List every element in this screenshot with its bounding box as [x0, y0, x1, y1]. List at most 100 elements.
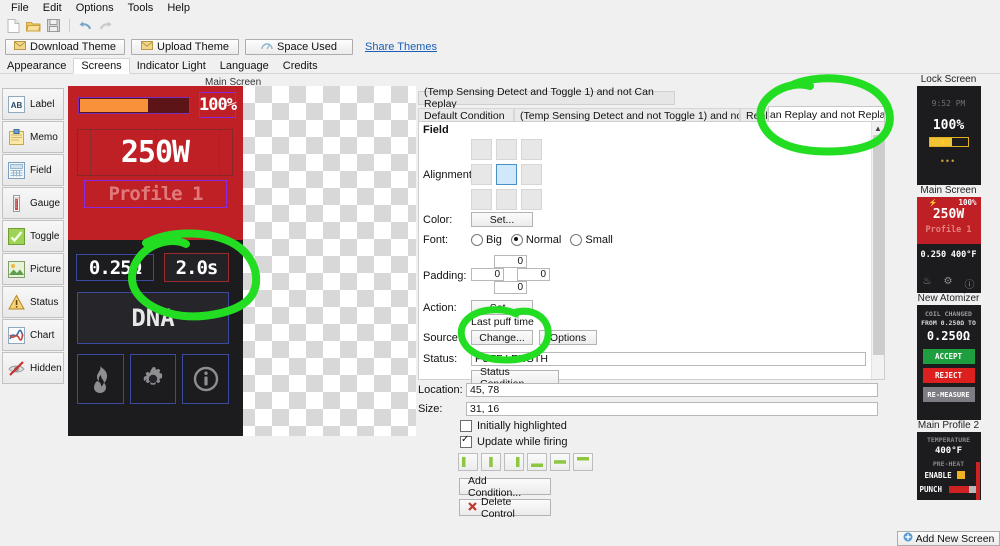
- add-new-screen-button[interactable]: Add New Screen: [897, 531, 1000, 546]
- align-center-icon[interactable]: [481, 453, 501, 471]
- menu-item-edit[interactable]: Edit: [36, 1, 69, 15]
- radio-dot-normal: [511, 234, 523, 246]
- font-big-label: Big: [486, 234, 502, 246]
- align-right-icon[interactable]: [504, 453, 524, 471]
- source-change-button[interactable]: Change...: [471, 330, 533, 345]
- tab-screens[interactable]: Screens: [73, 58, 129, 74]
- brand-field[interactable]: DNA: [77, 292, 229, 344]
- action-set-button[interactable]: Set...: [471, 300, 533, 315]
- update-while-firing-row[interactable]: Update while firing: [460, 436, 568, 448]
- gear-icon[interactable]: [130, 354, 177, 404]
- update-while-firing-checkbox[interactable]: [460, 436, 472, 448]
- initially-highlighted-row[interactable]: Initially highlighted: [460, 420, 567, 432]
- tab-appearance[interactable]: Appearance: [0, 59, 73, 73]
- palette-item-field[interactable]: Field: [2, 154, 64, 186]
- upload-theme-button[interactable]: Upload Theme: [131, 39, 239, 55]
- resistance-field[interactable]: 0.25Ω: [76, 254, 154, 281]
- atomizer-reject-button[interactable]: REJECT: [923, 368, 975, 383]
- properties-scrollbar[interactable]: ▲: [871, 122, 884, 379]
- align-left-icon[interactable]: [458, 453, 478, 471]
- status-input[interactable]: PUFF LENGTH: [471, 352, 866, 366]
- align-middle-icon[interactable]: [550, 453, 570, 471]
- lock-time: 9:52 PM: [917, 99, 981, 108]
- menu-item-file[interactable]: File: [4, 1, 36, 15]
- size-input[interactable]: 31, 16: [466, 402, 878, 416]
- battery-bar[interactable]: [78, 97, 190, 114]
- tab-language[interactable]: Language: [213, 59, 276, 73]
- device-preview[interactable]: 100% 250W Profile 1 0.25Ω 2.0s DNA: [68, 86, 243, 436]
- atomizer-remeasure-button[interactable]: RE-MEASURE: [923, 387, 975, 402]
- save-disk-icon[interactable]: [45, 17, 62, 34]
- align-cell-bottom-center[interactable]: [496, 189, 517, 210]
- palette-item-chart[interactable]: Chart: [2, 319, 64, 351]
- padding-left-input[interactable]: 0: [471, 268, 504, 281]
- menu-item-tools[interactable]: Tools: [121, 1, 161, 15]
- battery-percent-field[interactable]: 100%: [199, 92, 236, 118]
- font-small-label: Small: [585, 234, 613, 246]
- hidden-eye-icon: [7, 359, 26, 378]
- profile2-enable-swatch[interactable]: [957, 471, 965, 479]
- palette-item-label[interactable]: AB Label: [2, 88, 64, 120]
- undo-icon[interactable]: [77, 17, 94, 34]
- share-themes-link[interactable]: Share Themes: [365, 41, 437, 53]
- sidebar-thumb-main-screen[interactable]: ⚡ 100% 250W Profile 1 0.250 400°F ♨ ⚙ ⓘ: [917, 197, 981, 293]
- atomizer-line2: FROM 0.250Ω TO: [917, 319, 981, 327]
- padding-right-input[interactable]: 0: [517, 268, 550, 281]
- palette-item-status[interactable]: Status: [2, 286, 64, 318]
- font-radio-big[interactable]: Big: [471, 234, 502, 246]
- align-cell-top-right[interactable]: [521, 139, 542, 160]
- delete-control-button[interactable]: Delete Control: [459, 499, 551, 516]
- puff-time-field[interactable]: 2.0s: [164, 253, 229, 282]
- source-options-button[interactable]: Options: [539, 330, 597, 345]
- palette-hidden-text: Hidden: [30, 363, 62, 374]
- font-radio-small[interactable]: Small: [570, 234, 613, 246]
- location-input[interactable]: 45, 78: [466, 383, 878, 397]
- sidebar-thumb-main-profile-2[interactable]: TEMPERATURE 400°F PRE-HEAT ENABLE PUNCH: [917, 432, 981, 500]
- align-cell-top-left[interactable]: [471, 139, 492, 160]
- scroll-up-icon[interactable]: ▲: [872, 122, 884, 134]
- palette-item-picture[interactable]: Picture: [2, 253, 64, 285]
- sidebar-thumb-new-atomizer[interactable]: COIL CHANGED FROM 0.250Ω TO 0.250Ω ACCEP…: [917, 305, 981, 420]
- condition-tab-temp-sensing[interactable]: (Temp Sensing Detect and not Toggle 1) a…: [514, 108, 740, 122]
- initially-highlighted-checkbox[interactable]: [460, 420, 472, 432]
- menu-item-help[interactable]: Help: [160, 1, 197, 15]
- align-cell-middle-left[interactable]: [471, 164, 492, 185]
- align-bottom-icon[interactable]: [527, 453, 547, 471]
- profile-field[interactable]: Profile 1: [84, 180, 227, 208]
- padding-top-input[interactable]: 0: [494, 255, 527, 268]
- atomizer-accept-button[interactable]: ACCEPT: [923, 349, 975, 364]
- align-cell-middle-right[interactable]: [521, 164, 542, 185]
- color-set-button[interactable]: Set...: [471, 212, 533, 227]
- align-cell-bottom-right[interactable]: [521, 189, 542, 210]
- scrollbar-thumb[interactable]: [873, 135, 884, 355]
- new-document-icon[interactable]: [5, 17, 22, 34]
- condition-tab-can-replay[interactable]: Can Replay and not Replay: [768, 106, 885, 122]
- info-icon[interactable]: [182, 354, 229, 404]
- menu-item-options[interactable]: Options: [69, 1, 121, 15]
- palette-chart-text: Chart: [30, 330, 54, 341]
- palette-item-hidden[interactable]: Hidden: [2, 352, 64, 384]
- font-radio-normal[interactable]: Normal: [511, 234, 561, 246]
- condition-tab-replay[interactable]: Replay: [740, 108, 768, 122]
- condition-tab-strip: Default Condition (Temp Sensing Detect a…: [418, 107, 885, 122]
- sidebar-thumb-lock-screen[interactable]: 9:52 PM 100% ⚡ •••: [917, 86, 981, 185]
- wattage-field[interactable]: 250W: [77, 129, 233, 176]
- space-used-button[interactable]: Space Used: [245, 39, 353, 55]
- download-theme-button[interactable]: Download Theme: [5, 39, 125, 55]
- padding-bottom-input[interactable]: 0: [494, 281, 527, 294]
- align-cell-top-center[interactable]: [496, 139, 517, 160]
- palette-item-memo[interactable]: Memo: [2, 121, 64, 153]
- condition-tab-default[interactable]: Default Condition: [418, 108, 514, 122]
- palette-item-toggle[interactable]: Toggle: [2, 220, 64, 252]
- tab-indicator-light[interactable]: Indicator Light: [130, 59, 213, 73]
- toolbar-separator: [69, 19, 70, 32]
- flame-icon[interactable]: [77, 354, 124, 404]
- align-cell-middle-center[interactable]: [496, 164, 517, 185]
- redo-icon[interactable]: [97, 17, 114, 34]
- tab-credits[interactable]: Credits: [276, 59, 325, 73]
- align-top-icon[interactable]: [573, 453, 593, 471]
- palette-item-gauge[interactable]: Gauge: [2, 187, 64, 219]
- align-cell-bottom-left[interactable]: [471, 189, 492, 210]
- add-condition-button[interactable]: Add Condition...: [459, 478, 551, 495]
- open-folder-icon[interactable]: [25, 17, 42, 34]
